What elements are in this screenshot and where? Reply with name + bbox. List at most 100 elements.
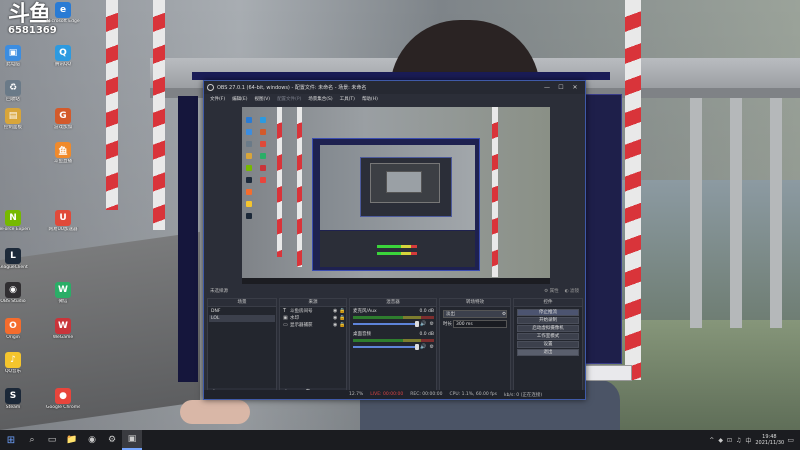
tray-expand-icon[interactable]: ^ — [709, 437, 714, 444]
properties-button[interactable]: ⚙ 属性 — [544, 288, 558, 294]
windows-start-icon[interactable]: ⊞ — [0, 430, 22, 450]
scene-item-lol[interactable]: LOL — [209, 315, 275, 322]
mixer-dock-title: 混音器 — [350, 299, 436, 307]
display-source-icon: ▭ — [283, 322, 288, 328]
gear-icon[interactable]: ⚙ — [502, 311, 506, 317]
duration-input[interactable]: 300 ms — [453, 320, 507, 328]
desktop-icon[interactable]: Q 腾讯QQ — [46, 45, 80, 68]
source-item[interactable]: ▣ 水印 ◉ 🔒 — [281, 315, 345, 322]
settings-button[interactable]: 设置 — [517, 341, 579, 348]
volume-slider[interactable] — [353, 321, 420, 327]
menu-help[interactable]: 帮助(H) — [362, 96, 378, 102]
speaker-icon[interactable]: 🔊 — [420, 344, 426, 350]
settings-taskbar-icon[interactable]: ⚙ — [102, 430, 122, 450]
wallpaper-pole — [106, 0, 118, 210]
desktop-icon-label: Steam — [5, 405, 21, 410]
obs-preview-canvas[interactable] — [242, 107, 550, 284]
studio-mode-button[interactable]: 工作室模式 — [517, 333, 579, 340]
desktop-icon[interactable]: G 游戏加加 — [46, 108, 80, 131]
menu-scene-collection[interactable]: 场景集合(S) — [308, 96, 332, 102]
volume-slider-handle[interactable] — [415, 321, 420, 327]
app-icon: S — [5, 388, 21, 404]
desktop-icon[interactable]: S Steam — [0, 388, 30, 411]
desktop-icon-label: 控制面板 — [4, 125, 22, 130]
desktop-icon[interactable]: NGeForce Experience — [0, 210, 30, 233]
menu-edit[interactable]: 编辑(E) — [232, 96, 247, 102]
scene-item-dnf[interactable]: DNF — [209, 308, 275, 315]
obs-menubar: 文件(F) 编辑(E) 视图(V) 配置文件(P) 场景集合(S) 工具(T) … — [204, 94, 585, 103]
desktop-icon[interactable]: ♪ QQ音乐 — [0, 352, 30, 375]
desktop-icon[interactable]: L LeagueClient — [0, 248, 30, 271]
desktop-icon[interactable]: ◉ OBS Studio — [0, 282, 30, 305]
sources-dock: 来源 T 斗鱼房间号 ◉ 🔒 ▣ 水印 ◉ 🔒 ▭ 显示器捕获 ◉ 🔒 — [279, 298, 347, 398]
search-icon[interactable]: ⌕ — [22, 430, 42, 450]
source-item[interactable]: ▭ 显示器捕获 ◉ 🔒 — [281, 322, 345, 329]
network-icon[interactable]: ⊡ — [727, 437, 732, 444]
filters-button[interactable]: ◐ 滤镜 — [565, 288, 579, 294]
volume-icon[interactable]: ♫ — [736, 437, 741, 444]
preview-taskbar — [242, 278, 550, 284]
preview-nested-deep — [386, 171, 422, 193]
transition-type-select[interactable]: 淡出 ⚙ — [443, 310, 507, 318]
app-icon: G — [55, 108, 71, 124]
preview-desktop-icon — [260, 129, 266, 135]
wallpaper-pillar — [770, 98, 782, 328]
preview-audio-meter — [377, 245, 417, 248]
preview-audio-meter — [377, 252, 417, 255]
controls-dock: 控件 停止推流 开始录制 启动虚拟摄像机 工作室模式 设置 退出 — [513, 298, 583, 398]
menu-view[interactable]: 视图(V) — [254, 96, 270, 102]
menu-tools[interactable]: 工具(T) — [340, 96, 355, 102]
volume-slider-handle[interactable] — [415, 344, 420, 350]
app-icon: W — [55, 318, 71, 334]
source-item[interactable]: T 斗鱼房间号 ◉ 🔒 — [281, 308, 345, 315]
desktop-icon[interactable]: O Origin — [0, 318, 30, 341]
input-method-icon[interactable]: 中 — [745, 436, 751, 445]
preview-desktop-icon — [260, 141, 266, 147]
volume-slider[interactable] — [353, 344, 420, 350]
desktop-icon[interactable]: ● Google Chrome — [46, 388, 80, 411]
minimize-icon[interactable]: — — [540, 84, 554, 91]
start-virtual-camera-button[interactable]: 启动虚拟摄像机 — [517, 325, 579, 332]
obs-window-title: OBS 27.0.1 (64-bit, windows) - 配置文件: 未命名… — [217, 85, 367, 91]
mixer-track-mic: 麦克风/Aux 0.0 dB 🔊 ⚙ — [350, 307, 436, 330]
app-icon: L — [5, 248, 21, 264]
lock-icon[interactable]: 🔒 — [339, 315, 345, 322]
desktop-icon[interactable]: W 微信 — [46, 282, 80, 305]
douyu-taskbar-icon[interactable]: ▣ — [122, 430, 142, 450]
obs-taskbar-icon[interactable]: ◉ — [82, 430, 102, 450]
menu-file[interactable]: 文件(F) — [210, 96, 225, 102]
obs-titlebar[interactable]: OBS 27.0.1 (64-bit, windows) - 配置文件: 未命名… — [204, 81, 585, 94]
preview-desktop-icon — [246, 165, 252, 171]
exit-button[interactable]: 退出 — [517, 349, 579, 356]
menu-profile[interactable]: 配置文件(P) — [277, 96, 301, 102]
mixer-track-name: 麦克风/Aux — [353, 309, 377, 314]
desktop-icon[interactable]: W WeGame — [46, 318, 80, 341]
desktop-icon[interactable]: ♻ 回收站 — [0, 80, 30, 103]
preview-desktop-icon — [260, 177, 266, 183]
source-item-label: 水印 — [290, 316, 299, 321]
obs-app-icon — [207, 84, 214, 91]
notification-icon[interactable]: ▭ — [787, 436, 794, 444]
clock[interactable]: 19:48 2021/11/30 — [755, 434, 784, 446]
file-explorer-icon[interactable]: 📁 — [62, 430, 82, 450]
app-icon: Q — [55, 45, 71, 61]
desktop-icon[interactable]: e Microsoft Edge — [46, 2, 80, 25]
app-icon: O — [5, 318, 21, 334]
desktop-icon[interactable]: 鱼斗鱼直播 — [46, 142, 80, 165]
start-recording-button[interactable]: 开始录制 — [517, 317, 579, 324]
gear-icon[interactable]: ⚙ — [430, 344, 434, 350]
desktop-icon[interactable]: ▣ 此电脑 — [0, 45, 30, 68]
source-item-label: 显示器捕获 — [290, 323, 313, 328]
gear-icon[interactable]: ⚙ — [430, 321, 434, 327]
task-view-icon[interactable]: ▭ — [42, 430, 62, 450]
lock-icon[interactable]: 🔒 — [339, 308, 345, 315]
lock-icon[interactable]: 🔒 — [339, 322, 345, 329]
desktop-icon[interactable]: U 网易UU加速器 — [46, 210, 80, 233]
tray-app-icon[interactable]: ◆ — [718, 437, 723, 444]
maximize-icon[interactable]: ☐ — [554, 84, 568, 91]
speaker-icon[interactable]: 🔊 — [420, 321, 426, 327]
close-icon[interactable]: ✕ — [568, 84, 582, 91]
stop-streaming-button[interactable]: 停止推流 — [517, 309, 579, 316]
desktop-icon[interactable]: ▤ 控制面板 — [0, 108, 30, 131]
preview-desktop-icon — [260, 153, 266, 159]
